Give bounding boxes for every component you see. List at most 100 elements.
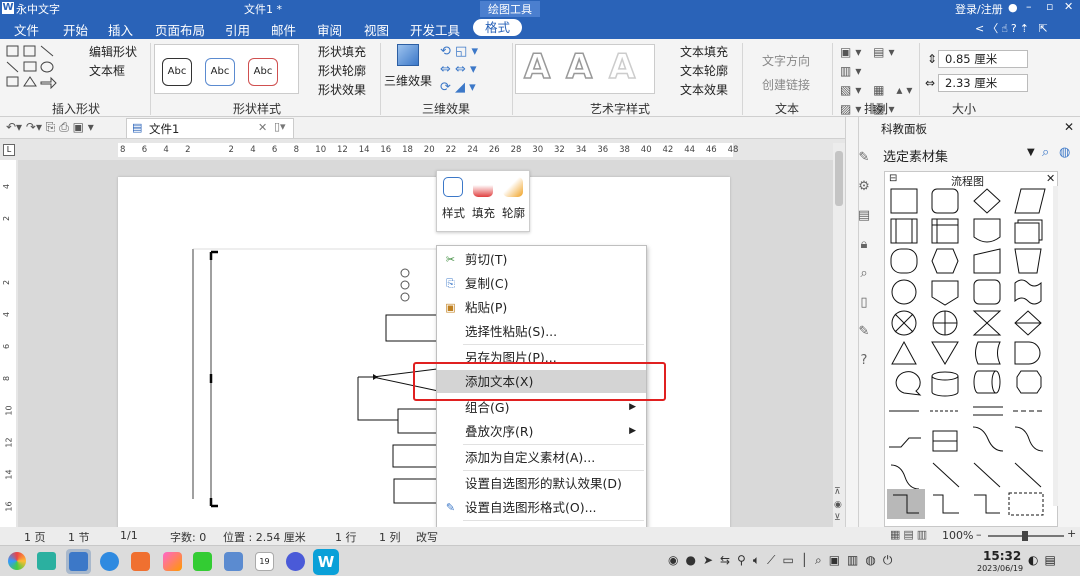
menu-item-set-default-effect[interactable]: 设置自选图形的默认效果(D)	[437, 472, 646, 495]
menu-item-paste-special[interactable]: 选择性粘贴(S)...	[437, 320, 646, 343]
login-link[interactable]: 登录/注册	[955, 1, 1003, 17]
ruler-tick-label: 48	[727, 145, 739, 155]
browser-icon[interactable]	[100, 552, 119, 571]
status-line: 1 行	[335, 531, 357, 544]
menu-insert[interactable]: 插入	[108, 20, 133, 39]
dropdown-arrow-icon[interactable]: ▼	[1027, 147, 1035, 158]
style-sample-blue[interactable]: Abc	[205, 58, 235, 86]
material-set-dropdown[interactable]: 选定素材集	[883, 146, 948, 165]
panel-tool-icons[interactable]: ✎ ⚙ ▤ 🔒︎ ⌕ ▯ ✎?	[854, 143, 874, 375]
scroll-nav-icons[interactable]: ⊼ ◉ ⊻	[834, 486, 842, 525]
wordart-sample[interactable]: A	[608, 46, 636, 88]
text-outline-button[interactable]: 文本轮廓	[680, 62, 728, 79]
text-fill-button[interactable]: 文本填充	[680, 43, 728, 60]
mini-fill-button[interactable]: 填充	[472, 205, 495, 221]
shape-gallery[interactable]	[5, 44, 65, 90]
menu-item-copy[interactable]: ⎘ 复制(C)	[437, 272, 646, 295]
style-sample-black[interactable]: Abc	[162, 58, 192, 86]
restore-icon[interactable]: ▫	[1046, 0, 1053, 13]
menu-item-paste[interactable]: ▣ 粘贴(P)	[437, 296, 646, 319]
category-close-icon[interactable]: ✕	[1046, 172, 1055, 185]
fill-bucket-icon[interactable]	[473, 177, 493, 197]
menu-item-add-custom-material[interactable]: 添加为自定义素材(A)...	[437, 446, 646, 469]
library-scrollbar[interactable]	[1053, 186, 1058, 506]
height-input[interactable]: 0.85 厘米	[938, 50, 1028, 68]
image-viewer-icon[interactable]	[163, 552, 182, 571]
menu-item-cut[interactable]: ✂ 剪切(T)	[437, 248, 646, 271]
collapse-icon[interactable]: ⊟	[889, 173, 897, 184]
menu-mailings[interactable]: 邮件	[271, 20, 296, 39]
zoom-out-icon[interactable]: –	[976, 528, 982, 541]
arrange-icons[interactable]: ▣▾ ▤▾ ▥▾ ▧▾ ▦ ▴▾ ▨▾ ▩▾	[840, 43, 920, 116]
ruler-corner[interactable]: L	[3, 144, 15, 156]
shape-outline-button[interactable]: 形状轮廓	[318, 62, 366, 79]
menu-page-layout[interactable]: 页面布局	[155, 20, 205, 39]
wordart-sample[interactable]: A	[565, 46, 593, 88]
style-sample-red[interactable]: Abc	[248, 58, 278, 86]
shape-style-gallery[interactable]: Abc Abc Abc	[154, 44, 299, 94]
undo-icon[interactable]: ↶▾ ↷▾ ⎘ ⎙ ▣ ▾	[6, 120, 94, 135]
shape-fill-button[interactable]: 形状填充	[318, 43, 366, 60]
status-mode: 改写	[416, 531, 438, 544]
document-viewer-icon[interactable]	[224, 552, 243, 571]
menu-item-format-shape[interactable]: ✎ 设置自选图形格式(O)...	[437, 496, 646, 519]
menu-view[interactable]: 视图	[364, 20, 389, 39]
tray-extra-icons[interactable]: ◐▤	[1028, 553, 1062, 567]
style-brush-icon[interactable]	[443, 177, 463, 197]
calendar-icon[interactable]: 19	[255, 552, 274, 571]
ribbon-controls-icons[interactable]: <〈☝?⇡ ⇱	[975, 20, 1051, 36]
text-effect-button[interactable]: 文本效果	[680, 81, 728, 98]
vertical-ruler[interactable]: 4 2 2 4 6 8 10 12 14 16	[0, 160, 16, 528]
minimize-icon[interactable]: –	[1026, 0, 1032, 13]
vertical-scrollbar[interactable]: ⊼ ◉ ⊻	[833, 143, 845, 528]
menu-review[interactable]: 审阅	[317, 20, 342, 39]
close-tab-icon[interactable]: ✕	[258, 121, 267, 134]
cube-icon[interactable]	[397, 44, 419, 66]
mini-style-button[interactable]: 样式	[442, 205, 465, 221]
text-group-label: 文本	[775, 102, 800, 116]
menu-separator	[463, 344, 644, 345]
zoom-slider[interactable]	[988, 531, 1064, 541]
globe-icon[interactable]: ◍	[1059, 145, 1070, 160]
zoom-in-icon[interactable]: +	[1067, 527, 1076, 540]
create-link-button[interactable]: 创建链接	[762, 76, 810, 93]
3d-effect-button[interactable]: 三维效果	[384, 72, 432, 89]
file-manager-icon[interactable]	[66, 549, 91, 574]
app-store-icon[interactable]	[131, 552, 150, 571]
text-box-button[interactable]: 文本框	[89, 62, 125, 79]
settings-icon[interactable]	[286, 552, 305, 571]
user-icon[interactable]: ●	[1008, 1, 1018, 14]
wordart-sample[interactable]: A	[523, 46, 551, 88]
mini-outline-button[interactable]: 轮廓	[502, 205, 525, 221]
width-input[interactable]: 2.33 厘米	[938, 74, 1028, 92]
files-icon[interactable]	[37, 552, 56, 570]
3d-rotate-icons[interactable]: ⟲ ◱ ▾ ⇔ ⇔ ▾ ⟳ ◢ ▾	[440, 43, 510, 95]
menu-references[interactable]: 引用	[225, 20, 250, 39]
search-icon[interactable]: ⌕	[1042, 145, 1049, 160]
system-tray-icons[interactable]: ◉●➤⇆⚲🔈︎⟋▭│⌕▣▥◍⏻	[668, 553, 899, 568]
ruler-tick-label: 14	[358, 145, 370, 155]
view-mode-icons[interactable]: ▦▤▥	[890, 528, 930, 541]
menu-file[interactable]: 文件	[14, 20, 39, 39]
zoom-slider-thumb[interactable]	[1022, 531, 1028, 541]
menu-home[interactable]: 开始	[63, 20, 88, 39]
menu-format[interactable]: 格式	[473, 19, 523, 36]
text-direction-button[interactable]: 文字方向	[762, 52, 810, 69]
horizontal-ruler[interactable]: 8 6 4 2 2 4 6 8 10 12 14 16 18 20 22 24 26 28 30 32 34 36 38 40…	[118, 143, 738, 157]
office-app-icon[interactable]: W	[313, 549, 339, 575]
menu-item-order[interactable]: 叠放次序(R) ▶	[437, 420, 646, 443]
menu-developer[interactable]: 开发工具	[410, 20, 460, 39]
new-tab-icon[interactable]: ▯▾	[274, 120, 286, 133]
panel-close-icon[interactable]: ✕	[1064, 120, 1074, 134]
scrollbar-thumb[interactable]	[835, 151, 843, 206]
arrange-group-label: 排列	[864, 102, 889, 116]
wordart-gallery[interactable]: A A A	[515, 44, 655, 94]
music-icon[interactable]	[193, 552, 212, 571]
shape-effect-button[interactable]: 形状效果	[318, 81, 366, 98]
launcher-icon[interactable]	[8, 552, 26, 570]
document-tab[interactable]: ▤ 文件1 ✕ ▯▾	[126, 118, 294, 138]
flowchart-shapes[interactable]	[885, 187, 1057, 527]
close-icon[interactable]: ✕	[1064, 0, 1073, 13]
edit-shape-button[interactable]: 编辑形状	[89, 43, 137, 60]
outline-pen-icon[interactable]	[503, 177, 523, 197]
